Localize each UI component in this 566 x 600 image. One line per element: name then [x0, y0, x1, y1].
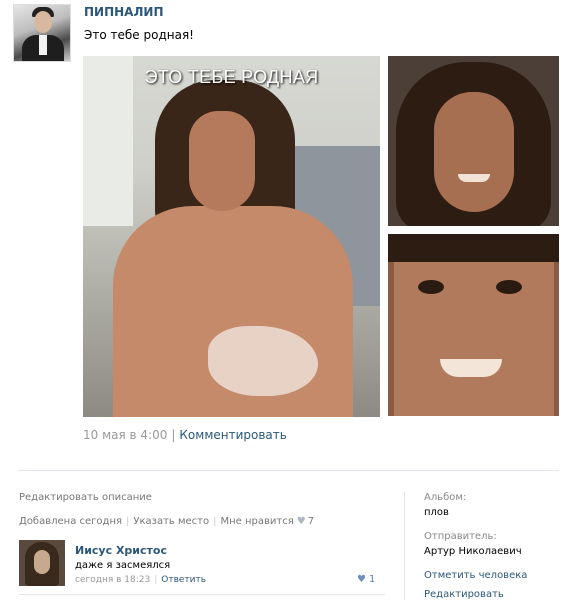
sender-value[interactable]: Артур Николаевич [424, 546, 522, 557]
photo-closeup-bottom[interactable] [388, 234, 559, 416]
post-author-name[interactable]: ПИПНАЛИП [84, 5, 164, 19]
separator: | [126, 516, 130, 527]
post-text: Это тебе родная! [84, 28, 194, 42]
avatar-shirt [39, 35, 47, 55]
comment-avatar[interactable] [19, 540, 65, 586]
comment-author[interactable]: Иисус Христос [75, 544, 167, 557]
mark-person-link[interactable]: Отметить человека [424, 570, 527, 581]
album-label: Альбом: [424, 492, 467, 503]
closeup-face [434, 92, 514, 212]
post-date[interactable]: 10 мая в 4:00 [83, 428, 167, 442]
edit-description-link[interactable]: Редактировать описание [19, 492, 152, 503]
added-today-text: Добавлена сегодня [19, 516, 122, 527]
closeup-hair-zoom [388, 234, 559, 262]
comment-meta: сегодня в 18:23 | Ответить [75, 575, 206, 585]
album-value[interactable]: плов [424, 507, 449, 518]
closeup-left-eye [418, 280, 444, 294]
photo-actions: Добавлена сегодня | Указать место | Мне нрав… [19, 516, 314, 527]
closeup-smile-zoom [440, 359, 502, 377]
author-avatar[interactable] [13, 4, 71, 62]
comment-like[interactable]: ♥ 1 [357, 574, 375, 585]
closeup-right-eye [496, 280, 522, 294]
heart-icon[interactable]: ♥ [297, 516, 306, 527]
separator: | [171, 428, 176, 442]
comment-avatar-face [34, 550, 50, 574]
photo-closeup-top[interactable] [388, 56, 559, 226]
heart-icon: ♥ [357, 574, 366, 585]
separator: | [154, 575, 158, 585]
comment-link[interactable]: Комментировать [179, 428, 286, 442]
closeup-smile [458, 174, 490, 182]
comment-like-count: 1 [368, 574, 376, 585]
column-divider [404, 492, 405, 600]
main-photo[interactable]: ЭТО ТЕБЕ РОДНАЯ [83, 56, 380, 417]
comment-text: даже я засмеялся [75, 560, 171, 571]
photo-caption: ЭТО ТЕБЕ РОДНАЯ [144, 67, 319, 87]
edit-link[interactable]: Редактировать [424, 589, 504, 600]
post-date-line: 10 мая в 4:00 | Комментировать [83, 428, 287, 442]
comment-divider [19, 594, 385, 595]
photo-face [189, 111, 255, 211]
set-place-link[interactable]: Указать место [133, 516, 209, 527]
comment-time[interactable]: сегодня в 18:23 [75, 575, 150, 585]
like-count: 7 [307, 516, 315, 527]
section-divider [18, 470, 559, 471]
avatar-face [34, 11, 52, 33]
sender-label: Отправитель: [424, 531, 497, 542]
separator: | [213, 516, 217, 527]
reply-link[interactable]: Ответить [161, 575, 206, 585]
like-button[interactable]: Мне нравится [221, 516, 294, 527]
